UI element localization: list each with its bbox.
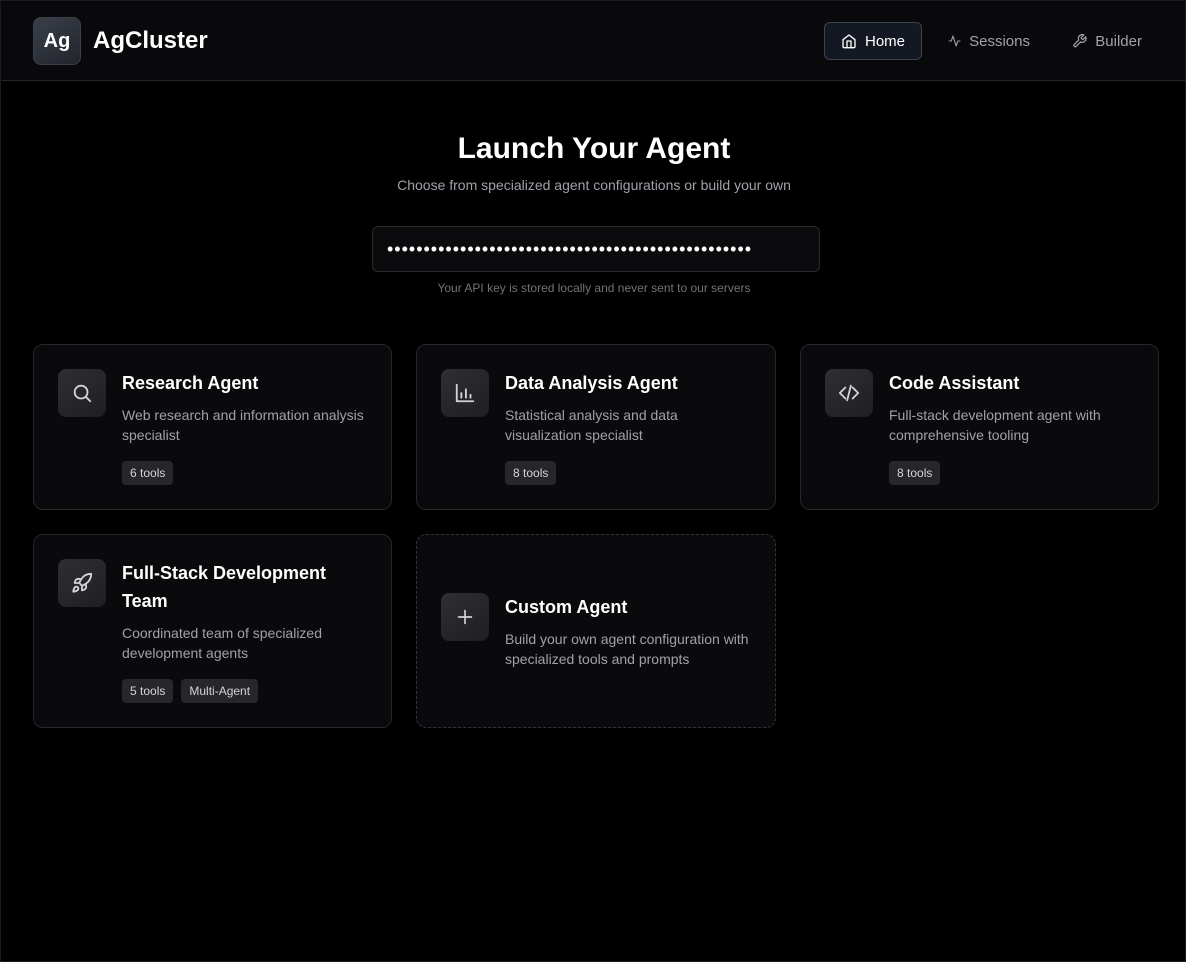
multi-agent-badge: Multi-Agent — [181, 679, 259, 703]
card-title: Code Assistant — [889, 373, 1020, 393]
card-title: Full-Stack Development Team — [122, 563, 327, 611]
logo-badge[interactable]: Ag — [33, 17, 81, 65]
card-icon-box — [441, 369, 489, 417]
agent-card-custom[interactable]: Custom Agent Build your own agent config… — [416, 534, 776, 728]
bar-chart-icon — [455, 383, 475, 403]
card-description: Statistical analysis and data visualizat… — [505, 407, 678, 443]
agent-card-fullstack-team[interactable]: Full-Stack Development Team Coordinated … — [33, 534, 392, 728]
card-icon-box — [58, 369, 106, 417]
plus-icon — [457, 609, 473, 625]
search-icon — [73, 384, 92, 403]
card-description: Web research and information analysis sp… — [122, 407, 364, 443]
card-title: Data Analysis Agent — [505, 373, 678, 393]
nav-home-label: Home — [864, 32, 905, 50]
nav-sessions-button[interactable]: Sessions — [931, 22, 1047, 60]
tool-count-badge: 6 tools — [122, 461, 174, 485]
card-description: Build your own agent configuration with … — [505, 631, 749, 667]
wrench-icon — [1073, 33, 1087, 48]
nav-builder-label: Builder — [1095, 32, 1142, 50]
card-icon-box — [58, 559, 106, 607]
home-icon — [842, 34, 856, 49]
card-tags: 8 tools — [889, 461, 941, 485]
activity-icon — [948, 35, 961, 47]
agent-card-research[interactable]: Research Agent Web research and informat… — [33, 344, 392, 510]
tool-count-badge: 5 tools — [122, 679, 174, 703]
card-title: Custom Agent — [505, 597, 628, 617]
card-tags: 5 tools Multi-Agent — [122, 679, 259, 703]
page-title: Launch Your Agent — [457, 132, 731, 165]
api-key-note: Your API key is stored locally and never… — [437, 281, 751, 295]
nav-builder-button[interactable]: Builder — [1055, 22, 1159, 60]
api-key-input[interactable] — [372, 226, 820, 272]
nav-sessions-label: Sessions — [969, 32, 1030, 50]
tool-count-badge: 8 tools — [889, 461, 941, 485]
card-description: Full-stack development agent with compre… — [889, 407, 1101, 443]
logo-text: Ag — [43, 29, 71, 52]
card-title: Research Agent — [122, 373, 259, 393]
agent-card-code-assistant[interactable]: Code Assistant Full-stack development ag… — [800, 344, 1159, 510]
brand-name[interactable]: AgCluster — [93, 25, 208, 57]
tool-count-badge: 8 tools — [505, 461, 557, 485]
card-icon-box — [825, 369, 873, 417]
card-icon-box — [441, 593, 489, 641]
card-tags: 6 tools — [122, 461, 174, 485]
code-icon — [838, 384, 860, 402]
top-navbar: Ag AgCluster Home Sessions Builder — [1, 1, 1185, 81]
page-subtitle: Choose from specialized agent configurat… — [397, 177, 791, 193]
nav-home-button[interactable]: Home — [824, 22, 922, 60]
card-tags: 8 tools — [505, 461, 557, 485]
rocket-icon — [72, 572, 93, 593]
app-page: Ag AgCluster Home Sessions Builder Launc… — [0, 0, 1186, 962]
card-description: Coordinated team of specialized developm… — [122, 625, 323, 661]
agent-card-data-analysis[interactable]: Data Analysis Agent Statistical analysis… — [416, 344, 776, 510]
